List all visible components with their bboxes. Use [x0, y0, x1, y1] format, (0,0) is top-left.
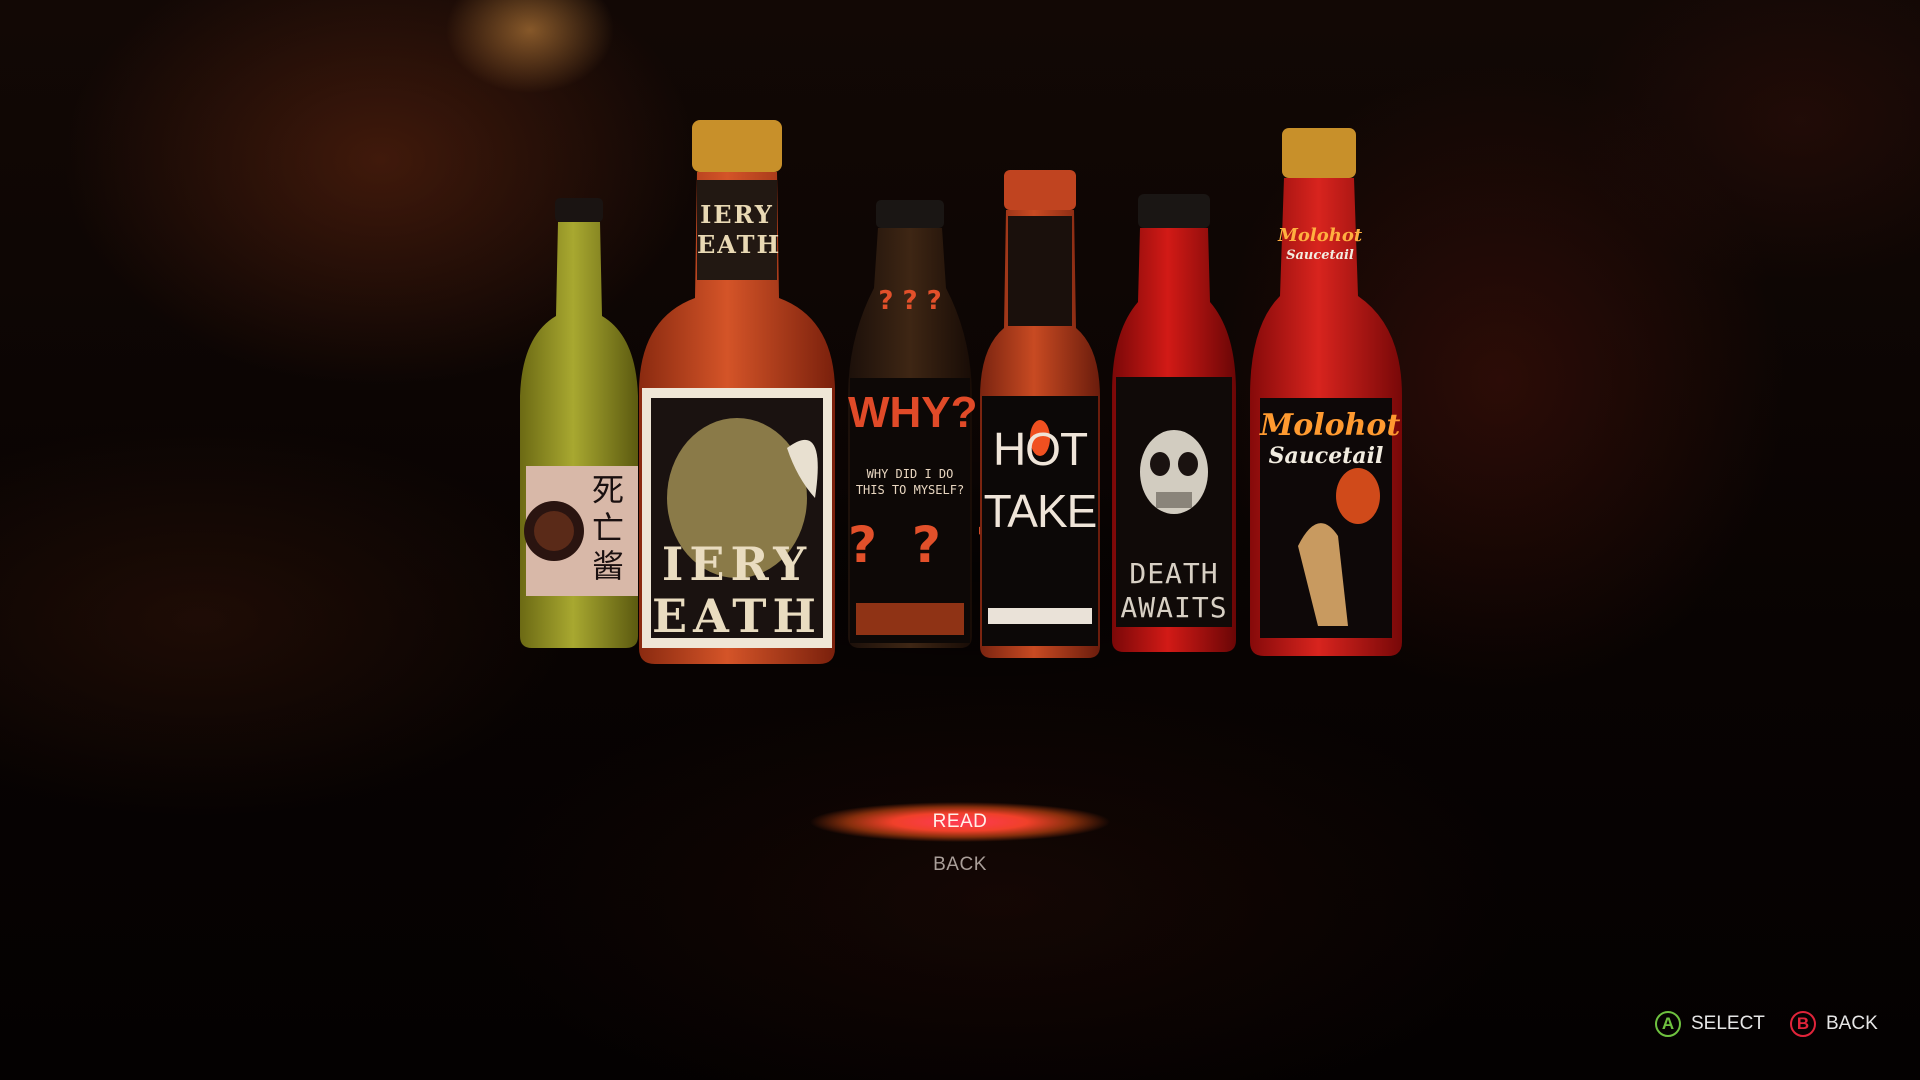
- fiery-main-line: IERY: [661, 537, 813, 591]
- menu-item-read[interactable]: READ: [810, 802, 1110, 842]
- bottle-yellow-sauce[interactable]: 死 亡 酱: [514, 196, 644, 651]
- why-subtitle: WHY DID I DO THIS TO MYSELF?: [850, 466, 970, 498]
- hint-back-label: BACK: [1826, 1013, 1878, 1034]
- molohot-neck-line: Saucetail: [1286, 248, 1354, 263]
- hottake-label-text: HOT TAKE: [980, 418, 1100, 542]
- hottake-label-line: TAKE: [983, 485, 1098, 537]
- molohot-neck-line: Molohot: [1278, 225, 1363, 246]
- death-label-line: AWAITS: [1120, 591, 1228, 624]
- fiery-neck-line: IERY: [700, 200, 774, 229]
- bottle-molohot[interactable]: Molohot Saucetail Molohot Saucetail: [1248, 126, 1404, 658]
- hint-select-label: SELECT: [1691, 1013, 1765, 1034]
- yellow-label-line: 酱: [591, 547, 624, 585]
- fiery-main-label: IERY EATH: [651, 538, 823, 642]
- molohot-main-label: Molohot Saucetail: [1260, 408, 1401, 471]
- fiery-main-line: EATH: [652, 589, 822, 643]
- hottake-label-line: HOT: [992, 423, 1088, 475]
- bottle-hot-take[interactable]: HOT TAKE: [978, 168, 1102, 660]
- a-button-icon: A: [1655, 1011, 1681, 1037]
- molohot-neck-label: Molohot Saucetail: [1278, 226, 1362, 266]
- why-neck-marks: ? ? ?: [878, 286, 942, 316]
- fiery-neck-line: EATH: [697, 230, 782, 259]
- hint-back[interactable]: B BACK: [1790, 1008, 1878, 1040]
- hot-sauce-bottles: 死 亡 酱 IERY EATH IERY EATH ? ? ? WHY? WHY…: [0, 0, 1920, 1080]
- bottle-molohot-shape: [1250, 128, 1402, 656]
- death-label-line: DEATH: [1129, 557, 1219, 590]
- why-subtitle-line: WHY DID I DO: [866, 467, 954, 481]
- hint-select[interactable]: A SELECT: [1655, 1008, 1765, 1040]
- yellow-label-line: 死: [591, 471, 624, 509]
- fiery-neck-label: IERY EATH: [697, 200, 782, 260]
- death-label-text: DEATH AWAITS: [1114, 557, 1234, 625]
- why-subtitle-line: THIS TO MYSELF?: [855, 483, 965, 497]
- yellow-label-text: 死 亡 酱: [582, 471, 634, 585]
- yellow-label-line: 亡: [591, 509, 624, 547]
- why-title: WHY?: [848, 388, 978, 437]
- bottle-hottake-shape: [980, 170, 1100, 658]
- bottle-why[interactable]: ? ? ? WHY? WHY DID I DO THIS TO MYSELF? …: [846, 198, 1005, 650]
- bottle-fiery-death[interactable]: IERY EATH IERY EATH: [637, 118, 837, 666]
- why-question-marks: ? ? ?: [848, 516, 1005, 574]
- context-menu: READ BACK: [0, 790, 1920, 910]
- b-button-icon: B: [1790, 1011, 1816, 1037]
- molohot-main-line: Molohot: [1260, 408, 1401, 443]
- bottle-death-awaits[interactable]: DEATH AWAITS: [1110, 192, 1238, 654]
- menu-item-back[interactable]: BACK: [810, 850, 1110, 880]
- molohot-main-line: Saucetail: [1268, 443, 1384, 469]
